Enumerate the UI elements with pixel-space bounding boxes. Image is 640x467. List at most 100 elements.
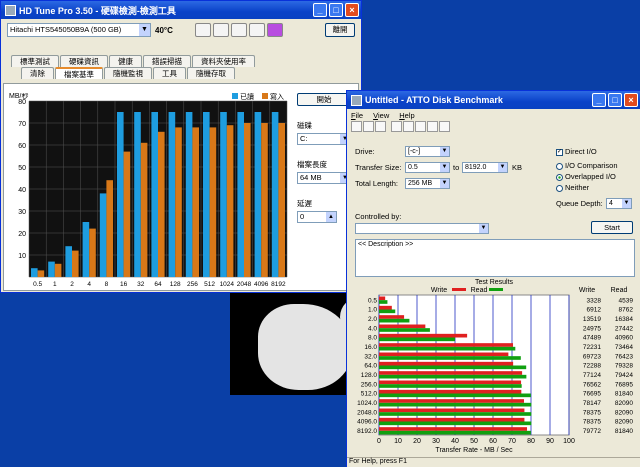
total-length-select[interactable]: 256 MB ▼ — [405, 178, 450, 189]
write-bar — [261, 123, 268, 277]
drive-select[interactable]: Hitachi HTS545050B9A (500 GB) ▼ — [7, 23, 151, 37]
copy-info-icon[interactable] — [212, 23, 229, 37]
menu-view[interactable]: View — [373, 111, 389, 120]
write-bar — [379, 352, 509, 357]
start-button[interactable]: Start — [591, 221, 633, 234]
save-icon[interactable] — [375, 121, 386, 132]
download-icon[interactable] — [266, 23, 283, 37]
direct-io-checkbox[interactable]: ✓ Direct I/O — [556, 147, 597, 156]
app-icon — [5, 4, 16, 16]
drive-label: Drive: — [355, 147, 375, 156]
tab-b-2[interactable]: 隨機監視 — [104, 67, 152, 79]
x-tick-label: 256 — [187, 281, 198, 288]
controlled-by-select[interactable]: ▼ — [355, 223, 489, 234]
read-bar — [379, 346, 516, 351]
tab-a-1[interactable]: 硬碟資訊 — [60, 55, 108, 67]
print-icon[interactable] — [391, 121, 402, 132]
atto-titlebar[interactable]: Untitled - ATTO Disk Benchmark _ □ × — [347, 91, 640, 109]
filesize-select[interactable]: 64 MB ▼ — [297, 172, 351, 184]
drive-letter-select[interactable]: C: ▼ — [297, 133, 351, 145]
tab-a-0[interactable]: 標準測試 — [11, 55, 59, 67]
x-tick-label: 128 — [170, 281, 181, 288]
read-value: 76895 — [615, 381, 633, 388]
description-box[interactable]: << Description >> — [355, 239, 635, 277]
write-value: 76695 — [583, 391, 601, 398]
queue-depth-select[interactable]: 4 ▼ — [606, 198, 632, 209]
read-bar — [237, 112, 244, 277]
y-tick-label: 70 — [18, 121, 26, 128]
transfer-size-from[interactable]: 0.5 ▼ — [405, 162, 450, 173]
x-tick-label: 1024 — [220, 281, 235, 288]
write-bar — [379, 343, 514, 347]
menu-help[interactable]: Help — [399, 111, 414, 120]
overlapped-io-radio[interactable]: Overlapped I/O — [556, 172, 616, 181]
context-help-icon[interactable] — [439, 121, 450, 132]
app-icon — [351, 94, 362, 106]
hdtune-titlebar[interactable]: HD Tune Pro 3.50 - 硬碟檢測-檢測工具 _ □ × — [1, 1, 361, 19]
read-bar — [31, 268, 38, 277]
drive-select[interactable]: [-c-] ▼ — [405, 146, 450, 157]
open-icon[interactable] — [363, 121, 374, 132]
menu-file[interactable]: File — [351, 111, 363, 120]
x-tick-label: 100 — [563, 438, 575, 445]
x-tick-label: 0 — [377, 438, 381, 445]
tab-a-2[interactable]: 健康 — [109, 55, 142, 67]
write-bar — [379, 361, 514, 366]
read-bar — [379, 337, 455, 342]
y-tick-label: 20 — [18, 231, 26, 238]
new-icon[interactable] — [351, 121, 362, 132]
maximize-button[interactable]: □ — [329, 3, 343, 17]
tab-b-0[interactable]: 清除 — [21, 67, 54, 79]
radio-selected-icon — [556, 173, 563, 181]
read-bar — [379, 309, 396, 314]
write-value: 78375 — [583, 409, 601, 416]
neither-radio[interactable]: Neither — [556, 183, 589, 192]
tab-a-3[interactable]: 錯誤掃描 — [143, 55, 191, 67]
legend-read: 已讀 — [240, 93, 254, 101]
delay-stepper[interactable]: 0 ▲ — [297, 211, 337, 223]
read-value: 4539 — [619, 297, 634, 304]
move-icon[interactable] — [415, 121, 426, 132]
tab-b-1[interactable]: 檔案基準 — [55, 67, 103, 79]
transfer-size-to[interactable]: 8192.0 ▼ — [462, 162, 508, 173]
x-tick-label: 8 — [105, 281, 109, 288]
close-button[interactable]: × — [624, 93, 638, 107]
copy-icon[interactable] — [194, 23, 211, 37]
y-tick-label: 10 — [18, 253, 26, 260]
read-bar — [48, 261, 55, 277]
exit-button[interactable]: 離開 — [325, 23, 355, 37]
x-tick-label: 80 — [527, 438, 535, 445]
write-value: 77124 — [583, 372, 601, 379]
x-tick-label: 2048 — [237, 281, 252, 288]
x-tick-label: 50 — [470, 438, 478, 445]
tab-a-4[interactable]: 資料夾使用率 — [192, 55, 255, 67]
read-value: 73464 — [615, 344, 633, 351]
close-button[interactable]: × — [345, 3, 359, 17]
minimize-button[interactable]: _ — [592, 93, 606, 107]
write-bar — [123, 151, 131, 277]
chevron-down-icon: ▼ — [440, 163, 449, 172]
print-preview-icon[interactable] — [403, 121, 414, 132]
x-tick-label: 30 — [432, 438, 440, 445]
x-tick-label: 4 — [87, 281, 91, 288]
options-icon[interactable] — [248, 23, 265, 37]
tab-b-4[interactable]: 隨機存取 — [187, 67, 235, 79]
read-value: 81840 — [615, 428, 633, 435]
tab-b-3[interactable]: 工具 — [153, 67, 186, 79]
write-bar — [72, 250, 79, 277]
read-value: 79328 — [615, 363, 633, 370]
write-bar — [379, 417, 525, 422]
help-icon[interactable] — [427, 121, 438, 132]
minimize-button[interactable]: _ — [313, 3, 327, 17]
y-tick-label: 512.0 — [361, 391, 378, 398]
maximize-button[interactable]: □ — [608, 93, 622, 107]
read-value: 82090 — [615, 419, 633, 426]
io-comparison-radio[interactable]: I/O Comparison — [556, 161, 618, 170]
write-bar — [226, 125, 234, 277]
read-bar — [379, 393, 531, 398]
write-bar — [379, 371, 523, 375]
temperature: 40°C — [155, 25, 173, 35]
start-button[interactable]: 開始 — [297, 93, 351, 106]
save-icon[interactable] — [230, 23, 247, 37]
y-tick-label: 0.5 — [368, 297, 377, 304]
